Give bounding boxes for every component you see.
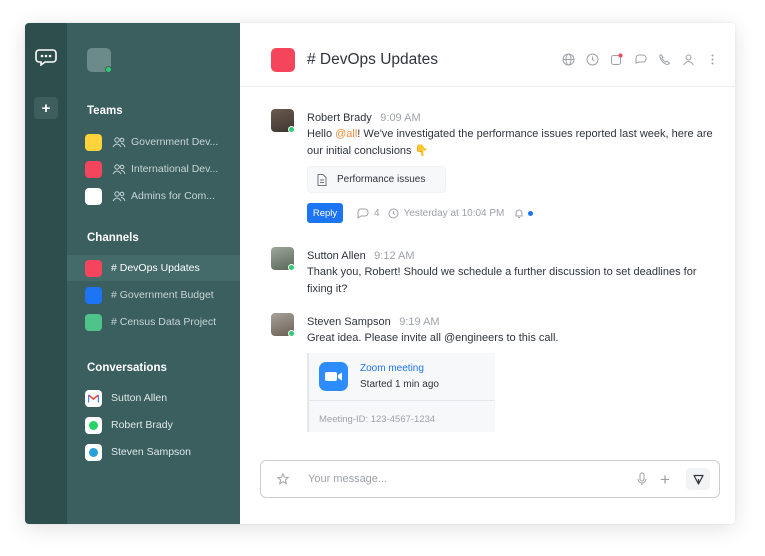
header-actions [562,53,719,66]
zoom-meeting-title[interactable]: Zoom meeting [360,363,424,374]
team-icon [112,137,126,148]
unread-dot [528,210,534,216]
online-status-dot [288,126,295,133]
sidebar-item-label: Steven Sampson [111,446,191,458]
message-author[interactable]: Robert Brady [307,112,372,124]
team-icon [112,164,126,175]
zoom-meeting-card[interactable]: Zoom meeting Started 1 min ago Meeting-I… [307,353,495,432]
channel-avatar [85,259,102,277]
online-status-dot [105,66,112,73]
follow-thread[interactable] [514,208,534,219]
channel-avatar [85,286,102,304]
send-button[interactable] [686,468,710,490]
thread-reply-count[interactable]: 4 [357,208,380,219]
star-icon[interactable] [277,473,289,485]
sidebar-item-devops-updates[interactable]: # DevOps Updates [67,255,240,281]
team-avatar [85,133,102,151]
message-body: Hello @all! We've investigated the perfo… [307,126,717,160]
chat-logo-icon[interactable] [35,48,57,66]
notification-icon[interactable] [610,53,623,66]
app-window: + Teams Government Dev... International … [25,23,735,524]
message-author[interactable]: Sutton Allen [307,250,366,262]
threads-icon[interactable] [634,53,647,66]
message-text: Great idea. Please invite all @engineers… [307,332,559,344]
sidebar-item-robert-brady[interactable]: Robert Brady [67,412,240,438]
message-header: Robert Brady 9:09 AM [307,108,421,126]
sidebar-item-label: # Government Budget [111,289,214,301]
channel-title: # DevOps Updates [307,51,438,68]
sidebar-item-label: Sutton Allen [111,392,168,404]
workspace-avatar[interactable] [87,48,112,73]
message-header: Sutton Allen 9:12 AM [307,246,415,264]
zoom-meeting-id: Meeting-ID: 123-4567-1234 [319,414,436,425]
thread-last-reply: Yesterday at 10:04 PM [388,207,505,219]
file-attachment-name: Performance issues [337,174,426,185]
bell-icon [515,209,523,218]
telegram-icon [85,443,102,461]
members-icon[interactable] [682,53,695,66]
sidebar-item-label: Robert Brady [111,419,173,431]
message-text: ! We've investigated the performance iss… [307,128,713,157]
message-input[interactable]: Your message... [308,473,387,485]
microphone-icon[interactable] [637,472,647,486]
online-status-dot [288,264,295,271]
kebab-icon[interactable] [706,53,719,66]
message-time: 9:09 AM [380,112,421,124]
team-avatar [85,160,102,178]
message-time: 9:19 AM [399,316,440,328]
team-icon [112,191,126,202]
add-workspace-button[interactable]: + [34,97,58,119]
zoom-camera-icon [319,362,348,391]
message-composer[interactable]: Your message... + [260,460,720,498]
conversations-section-title: Conversations [87,362,167,374]
whatsapp-icon [85,416,102,434]
channel-avatar [271,48,295,72]
add-attachment-icon[interactable]: + [660,470,670,490]
message-text: Thank you, Robert! Should we schedule a … [307,266,697,295]
teams-section-title: Teams [87,105,123,117]
sidebar-item-label: International Dev... [131,163,219,175]
message-time: 9:12 AM [374,250,415,262]
sidebar-item-team[interactable]: International Dev... [67,156,240,182]
clock-icon [388,208,399,218]
call-icon[interactable] [658,53,671,66]
message-header: Steven Sampson 9:19 AM [307,312,440,330]
sidebar-item-label: Admins for Com... [131,190,216,202]
sidebar: Teams Government Dev... International De… [67,23,240,524]
channel-view: # DevOps Updates Robert Brady 9:09 AM He… [240,23,735,524]
globe-icon[interactable] [562,53,575,66]
sidebar-item-census-data-project[interactable]: # Census Data Project [67,309,240,335]
send-icon [692,474,704,485]
message-author[interactable]: Steven Sampson [307,316,391,328]
reply-button[interactable]: Reply [307,203,343,223]
sidebar-item-label: # Census Data Project [111,316,217,328]
zoom-card-header: Zoom meeting Started 1 min ago [309,353,495,401]
team-avatar [85,187,102,205]
sidebar-item-team[interactable]: Government Dev... [67,129,240,155]
sidebar-item-label: Government Dev... [131,136,219,148]
gmail-icon [85,389,102,407]
sidebar-item-steven-sampson[interactable]: Steven Sampson [67,439,240,465]
file-attachment[interactable]: Performance issues [307,166,446,193]
mention-all[interactable]: @all [335,128,357,140]
thread-count: 4 [374,207,380,219]
document-icon [317,173,327,186]
message-text: Hello [307,128,336,140]
online-status-dot [288,330,295,337]
clock-icon[interactable] [586,53,599,66]
channels-section-title: Channels [87,232,139,244]
thread-summary: Reply 4 Yesterday at 10:04 PM [307,203,534,223]
thread-icon [357,208,369,219]
workspace-rail: + [25,23,67,524]
channel-avatar [85,313,102,331]
zoom-meeting-status: Started 1 min ago [360,379,439,390]
thread-time: Yesterday at 10:04 PM [403,207,505,219]
sidebar-item-label: # DevOps Updates [111,262,200,274]
sidebar-item-sutton-allen[interactable]: Sutton Allen [67,385,240,411]
sidebar-item-government-budget[interactable]: # Government Budget [67,282,240,308]
channel-header: # DevOps Updates [240,23,735,87]
sidebar-item-team[interactable]: Admins for Com... [67,183,240,209]
